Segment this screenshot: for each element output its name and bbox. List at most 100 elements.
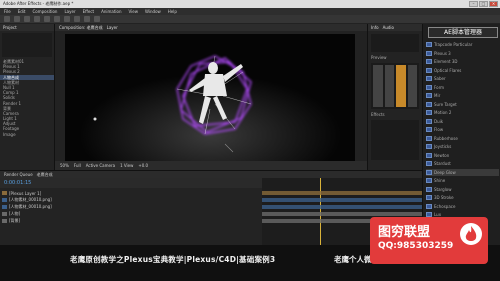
script-item[interactable]: Shine	[426, 177, 499, 184]
brush-tool-icon[interactable]	[94, 16, 100, 22]
menu-view[interactable]: View	[129, 9, 139, 14]
pen-tool-icon[interactable]	[74, 16, 80, 22]
resolution-dropdown[interactable]: Full	[74, 163, 81, 168]
text-tool-icon[interactable]	[84, 16, 90, 22]
script-icon	[426, 110, 432, 115]
viewer-tab-layer[interactable]: Layer	[107, 25, 118, 30]
preview-canvas[interactable]	[65, 34, 355, 169]
info-panel: Info Audio Preview Effects	[367, 24, 422, 170]
script-item-label: Deep Glow	[434, 169, 456, 175]
play-icon[interactable]	[396, 65, 406, 108]
script-icon	[426, 186, 432, 192]
script-icon	[426, 169, 432, 175]
menu-bar: File Edit Composition Layer Effect Anima…	[0, 8, 500, 15]
script-item[interactable]: Rubberhose	[426, 135, 499, 142]
timeline-layer-row[interactable]: [人物]	[0, 211, 260, 217]
menu-help[interactable]: Help	[168, 9, 177, 14]
next-frame-icon[interactable]	[407, 65, 417, 108]
script-item-label: Saber	[434, 76, 446, 81]
layer-name: [Plexus Layer 1]	[9, 190, 42, 196]
script-icon	[426, 50, 432, 56]
menu-file[interactable]: File	[4, 9, 11, 14]
hand-tool-icon[interactable]	[14, 16, 20, 22]
tab-render-queue[interactable]: Render Queue	[4, 172, 33, 177]
script-item-label: Element 3D	[434, 59, 458, 64]
menu-edit[interactable]: Edit	[18, 9, 26, 14]
script-item[interactable]: Mir	[426, 92, 499, 99]
script-item[interactable]: Element 3D	[426, 58, 499, 65]
menu-composition[interactable]: Composition	[32, 9, 57, 14]
layer-name: [背景]	[9, 218, 21, 223]
script-icon	[426, 178, 432, 183]
script-item-label: Flow	[434, 127, 444, 132]
script-item[interactable]: Newton	[426, 152, 499, 159]
script-item[interactable]: Joysticks	[426, 143, 499, 150]
rotate-tool-icon[interactable]	[34, 16, 40, 22]
prev-frame-icon[interactable]	[384, 65, 394, 108]
layer-duration-bar[interactable]	[262, 198, 422, 202]
script-item[interactable]: Sure Target	[426, 101, 499, 108]
script-item[interactable]: Starglow	[426, 186, 499, 193]
zoom-tool-icon[interactable]	[24, 16, 30, 22]
view-layout-dropdown[interactable]: 1 View	[120, 163, 133, 168]
menu-layer[interactable]: Layer	[64, 9, 75, 14]
viewer-tab-composition[interactable]: Composition: 老鹰合成	[59, 25, 103, 31]
project-item[interactable]: Image	[0, 132, 54, 137]
script-icon	[426, 67, 432, 73]
script-icon	[426, 59, 432, 64]
script-item-label: Rubberhose	[434, 135, 458, 141]
composition-viewer: Composition: 老鹰合成 Layer 50% Full Active …	[55, 24, 367, 170]
camera-dropdown[interactable]: Active Camera	[86, 163, 115, 168]
menu-window[interactable]: Window	[145, 9, 161, 14]
close-button[interactable]: ×	[489, 1, 498, 7]
layer-color-swatch	[2, 198, 7, 202]
camera-tool-icon[interactable]	[44, 16, 50, 22]
script-item[interactable]: Form	[426, 84, 499, 91]
preview-image	[65, 34, 355, 169]
timecode[interactable]: 0:00:01:15	[4, 180, 31, 186]
menu-effect[interactable]: Effect	[83, 9, 95, 14]
script-icon	[426, 84, 432, 90]
script-item[interactable]: Trapcode Particular	[426, 41, 499, 48]
script-item[interactable]: Flow	[426, 126, 499, 133]
pan-tool-icon[interactable]	[54, 16, 60, 22]
script-item[interactable]: Plexus 3	[426, 50, 499, 57]
script-item-label: Joysticks	[434, 144, 452, 149]
timeline-layer-row[interactable]: [人物素材_00010.png]	[0, 197, 260, 203]
script-item-label: Sure Target	[434, 101, 457, 107]
mask-tool-icon[interactable]	[64, 16, 70, 22]
layer-duration-bar[interactable]	[262, 191, 422, 195]
effects-list	[371, 120, 419, 161]
viewer-footer: 50% Full Active Camera 1 View +0.0	[55, 161, 367, 170]
script-item-label: 3D Stroke	[434, 195, 454, 200]
layer-duration-bar[interactable]	[262, 212, 422, 216]
minimize-button[interactable]: –	[469, 1, 478, 7]
exposure-value[interactable]: +0.0	[138, 163, 148, 168]
brand-qq: QQ:985303259	[378, 241, 454, 251]
selection-tool-icon[interactable]	[4, 16, 10, 22]
timeline-layer-row[interactable]: [背景]	[0, 218, 260, 224]
layer-color-swatch	[2, 205, 7, 209]
tab-audio[interactable]: Audio	[383, 24, 394, 31]
preview-controls	[371, 63, 419, 110]
maximize-button[interactable]: □	[479, 1, 488, 7]
menu-animation[interactable]: Animation	[101, 9, 121, 14]
timeline-layer-row[interactable]: [Plexus Layer 1]	[0, 190, 260, 196]
tab-composition[interactable]: 老鹰合成	[37, 172, 53, 178]
script-item[interactable]: Echospace	[426, 203, 499, 210]
preview-label: Preview	[371, 55, 387, 60]
first-frame-icon[interactable]	[373, 65, 383, 108]
script-item[interactable]: Stardust	[426, 160, 499, 167]
script-item[interactable]: Duik	[426, 118, 499, 125]
script-item[interactable]: Optical Flares	[426, 67, 499, 74]
script-item[interactable]: 3D Stroke	[426, 194, 499, 201]
subtitle-left: 老鹰原创教学之Plexus宝典教学|Plexus/C4D|基础案例3	[70, 255, 276, 264]
script-item[interactable]: Saber	[426, 75, 499, 82]
timeline-layer-row[interactable]: [人物素材_00010.png]	[0, 204, 260, 210]
project-tab[interactable]: Project	[0, 24, 54, 31]
script-item[interactable]: Motion 2	[426, 109, 499, 116]
tab-info[interactable]: Info	[371, 24, 379, 31]
layer-duration-bar[interactable]	[262, 205, 422, 209]
zoom-dropdown[interactable]: 50%	[60, 163, 69, 168]
script-item[interactable]: Deep Glow	[426, 168, 499, 176]
